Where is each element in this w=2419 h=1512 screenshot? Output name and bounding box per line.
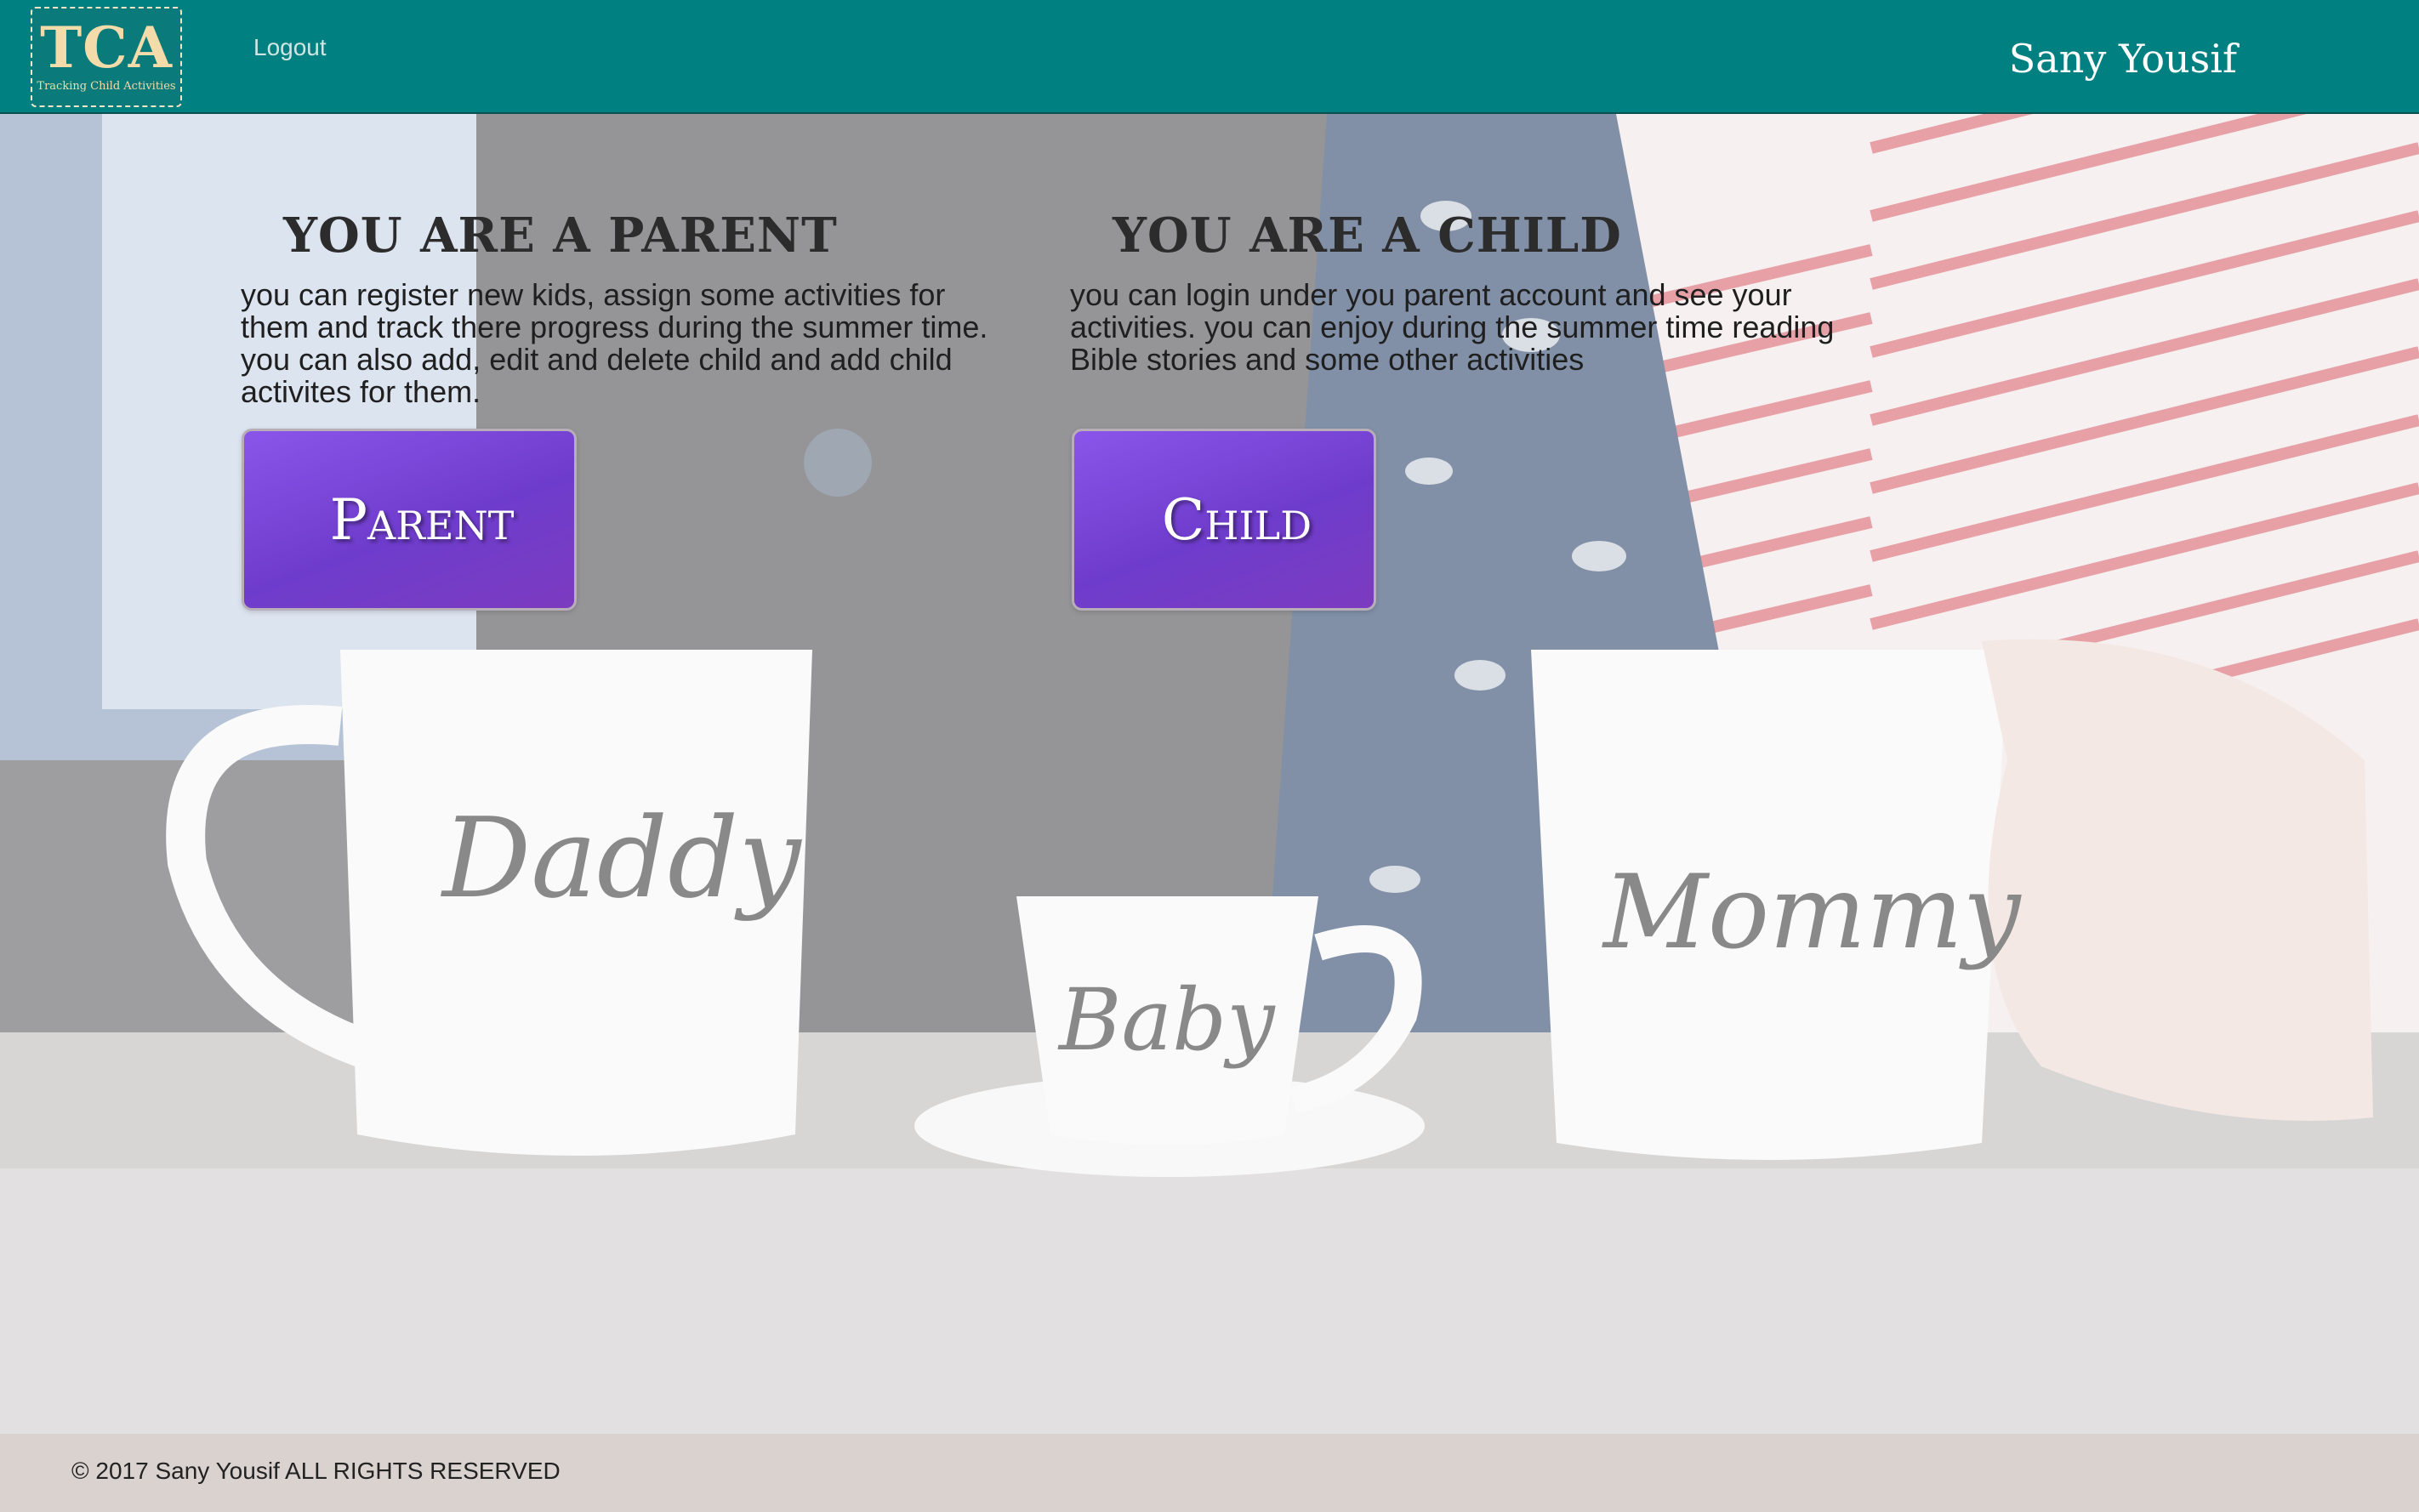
copyright-text: © 2017 Sany Yousif ALL RIGHTS RESERVED bbox=[71, 1458, 561, 1484]
child-heading: YOU ARE A CHILD bbox=[1113, 207, 1622, 264]
logout-link[interactable]: Logout bbox=[253, 34, 327, 61]
parent-section: YOU ARE A PARENT you can register new ki… bbox=[241, 207, 1006, 408]
parent-heading: YOU ARE A PARENT bbox=[283, 207, 838, 264]
child-description: you can login under you parent account a… bbox=[1070, 277, 1835, 377]
child-button-label: Child bbox=[1161, 486, 1312, 553]
username-label: Sany Yousif bbox=[2008, 36, 2237, 82]
child-section: YOU ARE A CHILD you can login under you … bbox=[1070, 207, 1836, 376]
logo-tagline: Tracking Child Activities bbox=[37, 80, 176, 93]
child-button[interactable]: Child bbox=[1072, 429, 1376, 611]
parent-button[interactable]: Parent bbox=[242, 429, 577, 611]
logo-text: TCA bbox=[40, 14, 173, 81]
top-navbar: TCA Tracking Child Activities Logout San… bbox=[0, 0, 2419, 114]
parent-description: you can register new kids, assign some a… bbox=[241, 277, 988, 409]
parent-button-label: Parent bbox=[329, 486, 515, 553]
page-footer: © 2017 Sany Yousif ALL RIGHTS RESERVED bbox=[0, 1434, 2419, 1512]
tca-logo[interactable]: TCA Tracking Child Activities bbox=[31, 7, 182, 107]
